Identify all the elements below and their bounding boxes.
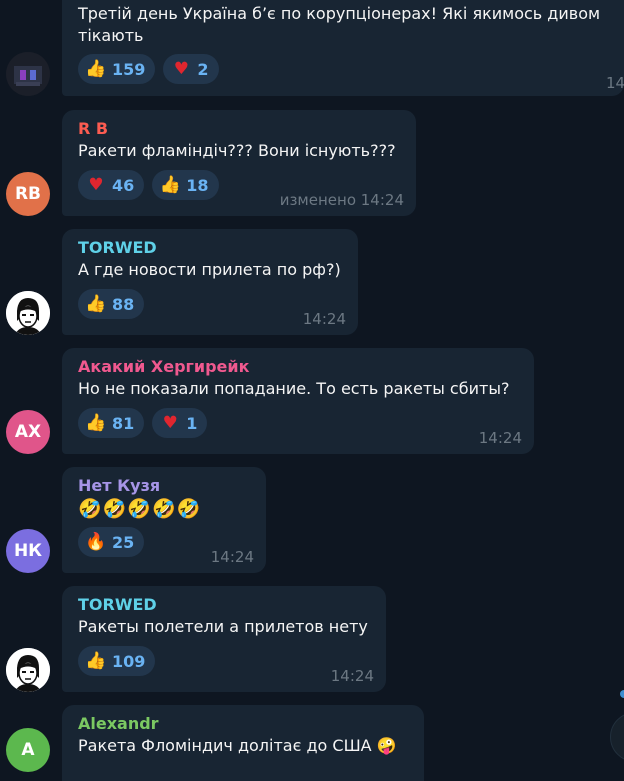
- message-text: Но не показали попадание. То есть ракеты…: [78, 379, 510, 398]
- message-time: 14:24: [210, 548, 254, 566]
- reactions-bar: 👍 109: [78, 646, 372, 676]
- avatar-face-icon: [6, 291, 50, 335]
- message-time: 14:24: [302, 310, 346, 328]
- reactions-bar: 👍 81 ♥ 1: [78, 408, 520, 438]
- avatar-initials: A: [21, 740, 35, 760]
- scroll-down-button[interactable]: [610, 712, 624, 762]
- reaction-heart[interactable]: ♥ 2: [163, 54, 219, 84]
- fire-icon: 🔥: [85, 532, 107, 552]
- avatar[interactable]: [6, 291, 50, 335]
- message-time: изменено 14:24: [279, 191, 404, 209]
- message-time: 14: [606, 74, 624, 92]
- heart-icon: ♥: [88, 175, 104, 195]
- author-name[interactable]: Нет Кузя: [78, 475, 252, 497]
- avatar[interactable]: A: [6, 728, 50, 772]
- avatar-initials: НК: [13, 541, 43, 561]
- message-text: 🤣🤣🤣🤣🤣: [78, 498, 202, 520]
- author-name[interactable]: Alexandr: [78, 713, 410, 735]
- unread-indicator: [620, 690, 624, 698]
- reaction-thumbs-up[interactable]: 👍 109: [78, 646, 156, 676]
- reaction-count: 88: [112, 294, 135, 314]
- reaction-count: 25: [112, 532, 135, 552]
- message-text: А где новости прилета по рф?): [78, 260, 341, 279]
- avatar[interactable]: [6, 648, 50, 692]
- message-text: Третій день Україна б’є по корупціонерах…: [78, 4, 601, 23]
- reaction-count: 109: [112, 651, 146, 671]
- reaction-count: 18: [186, 175, 209, 195]
- reaction-count: 81: [112, 413, 135, 433]
- heart-icon: ♥: [173, 59, 190, 79]
- heart-icon: ♥: [162, 413, 178, 433]
- message-text: Ракети фламіндіч??? Вони існують???: [78, 141, 396, 160]
- message-text: Ракеты полетели а прилетов нету: [78, 617, 368, 636]
- reaction-count: 2: [197, 59, 209, 79]
- avatar-image-icon: [6, 52, 50, 96]
- reaction-count: 159: [112, 59, 146, 79]
- reactions-bar: 👍 159 ♥ 2: [78, 54, 610, 84]
- message-bubble[interactable]: Третій день Україна б’є по корупціонерах…: [62, 0, 624, 96]
- message-time: 14:24: [478, 429, 522, 447]
- thumbs-up-icon: 👍: [85, 413, 107, 433]
- reaction-thumbs-up[interactable]: 👍 18: [152, 170, 219, 200]
- thumbs-up-icon: 👍: [85, 294, 107, 314]
- avatar-face-icon: [6, 648, 50, 692]
- reaction-thumbs-up[interactable]: 👍 88: [78, 289, 145, 319]
- message-text: тікають: [78, 26, 144, 45]
- message-bubble[interactable]: Нет Кузя 🤣🤣🤣🤣🤣 🔥 25 14:24: [62, 467, 266, 573]
- reaction-count: 46: [112, 175, 135, 195]
- avatar[interactable]: [6, 52, 50, 96]
- author-name[interactable]: TORWED: [78, 237, 344, 259]
- reaction-heart[interactable]: ♥ 46: [78, 170, 145, 200]
- avatar-initials: АХ: [14, 422, 42, 442]
- author-name[interactable]: Акакий Хергирейк: [78, 356, 520, 378]
- message-bubble[interactable]: Акакий Хергирейк Но не показали попадани…: [62, 348, 534, 454]
- chat-history[interactable]: Третій день Україна б’є по корупціонерах…: [0, 0, 624, 781]
- author-name[interactable]: R B: [78, 118, 402, 140]
- thumbs-up-icon: 👍: [159, 175, 181, 195]
- message-bubble[interactable]: Alexandr Ракета Фломіндич долітає до США…: [62, 705, 424, 781]
- thumbs-up-icon: 👍: [85, 651, 107, 671]
- avatar-initials: RB: [14, 184, 42, 204]
- reaction-fire[interactable]: 🔥 25: [78, 527, 145, 557]
- thumbs-up-icon: 👍: [85, 59, 107, 79]
- avatar[interactable]: АХ: [6, 410, 50, 454]
- reaction-thumbs-up[interactable]: 👍 81: [78, 408, 145, 438]
- avatar[interactable]: НК: [6, 529, 50, 573]
- reaction-heart[interactable]: ♥ 1: [152, 408, 208, 438]
- message-bubble[interactable]: TORWED А где новости прилета по рф?) 👍 8…: [62, 229, 358, 335]
- reaction-thumbs-up[interactable]: 👍 159: [78, 54, 156, 84]
- author-name[interactable]: TORWED: [78, 594, 372, 616]
- message-time: 14:24: [330, 667, 374, 685]
- avatar[interactable]: RB: [6, 172, 50, 216]
- message-bubble[interactable]: TORWED Ракеты полетели а прилетов нету 👍…: [62, 586, 386, 692]
- reaction-count: 1: [186, 413, 198, 433]
- message-text: Ракета Фломіндич долітає до США 🤪: [78, 736, 397, 755]
- message-bubble[interactable]: R B Ракети фламіндіч??? Вони існують??? …: [62, 110, 416, 216]
